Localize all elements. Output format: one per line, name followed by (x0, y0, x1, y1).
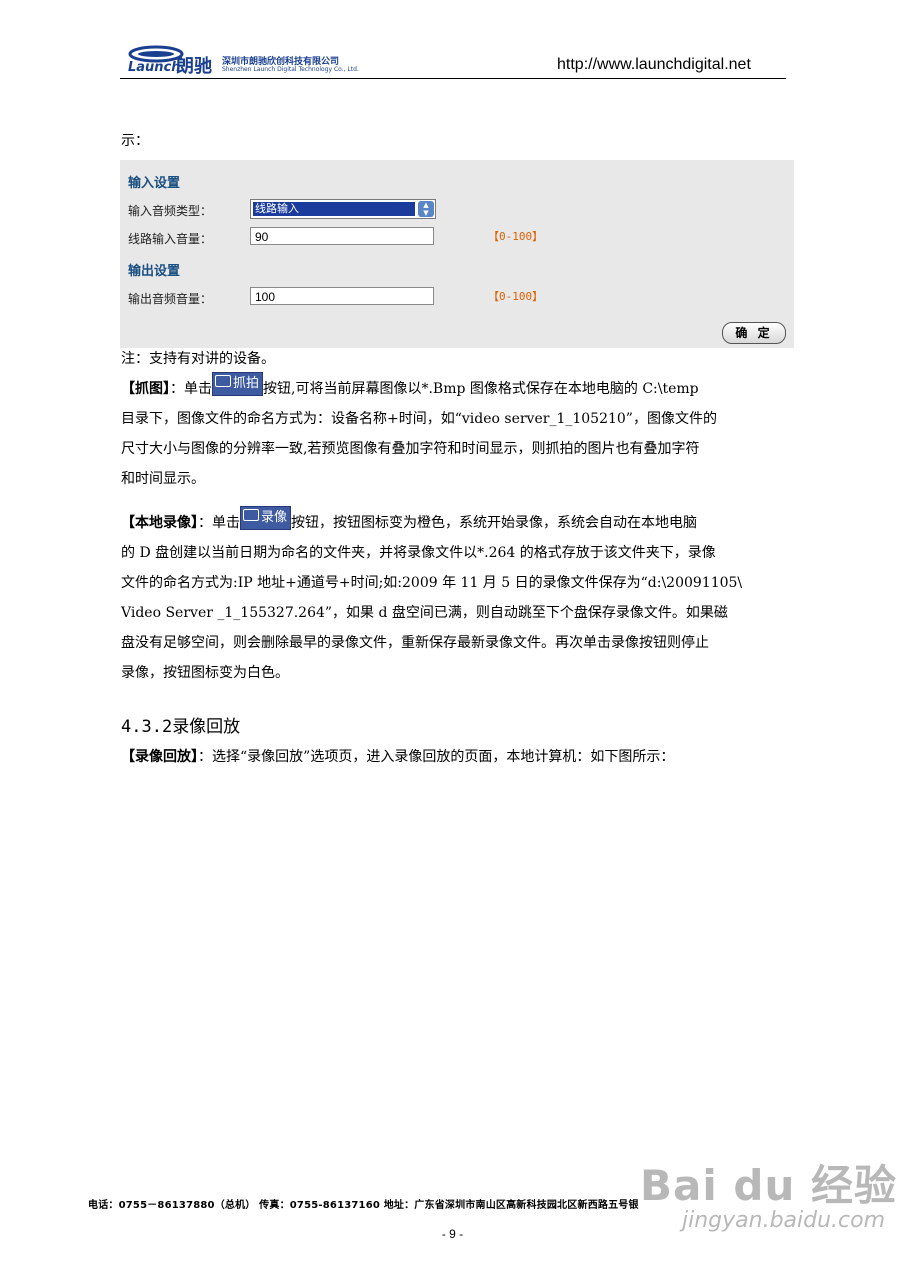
snapshot-tag: 【抓图】 (121, 381, 170, 397)
header-divider (120, 78, 786, 79)
section-title: 录像回放 (172, 717, 241, 737)
output-volume-label: 输出音频音量： (128, 292, 213, 306)
section-number: 4.3.2 (121, 717, 173, 737)
snapshot-pre: ：单击 (170, 381, 212, 397)
record-line-2: 的 D 盘创建以当前日期为命名的文件夹，并将录像文件以*.264 的格式存放于该… (121, 545, 716, 561)
record-button-label: 录像 (261, 510, 288, 525)
input-type-select[interactable]: 线路输入 ▲ ▼ (250, 199, 436, 219)
chevron-updown-icon: ▲ ▼ (418, 201, 434, 217)
record-line-5: 盘没有足够空间，则会删除最早的录像文件，重新保存最新录像文件。再次单击录像按钮则… (121, 635, 709, 651)
record-line-4: Video Server _1_155327.264”，如果 d 盘空间已满，则… (121, 605, 728, 621)
output-settings-title: 输出设置 (128, 264, 181, 279)
playback-text: ：选择“录像回放”选项页，进入录像回放的页面，本地计算机：如下图所示： (198, 749, 675, 765)
record-text-1: 按钮，按钮图标变为橙色，系统开始录像，系统会自动在本地电脑 (291, 515, 698, 531)
line-volume-input[interactable]: 90 (250, 227, 434, 245)
page-number: - 9 - (441, 1227, 464, 1241)
input-type-label: 输入音频类型： (128, 204, 213, 218)
record-paragraph: 【本地录像】：单击 录像 按钮，按钮图标变为橙色，系统开始录像，系统会自动在本地电脑… (121, 506, 785, 688)
output-volume-input[interactable]: 100 (250, 287, 434, 305)
section-heading: 4.3.2录像回放 (121, 712, 240, 737)
playback-paragraph: 【录像回放】：选择“录像回放”选项页，进入录像回放的页面，本地计算机：如下图所示… (121, 742, 785, 772)
snapshot-line-1: 【抓图】：单击 抓拍 按钮,可将当前屏幕图像以*.Bmp 图像格式保存在本地电脑的 … (121, 372, 785, 404)
snapshot-text-1: 按钮,可将当前屏幕图像以*.Bmp 图像格式保存在本地电脑的 C:\temp (263, 381, 699, 397)
video-camera-icon (243, 509, 259, 521)
ok-button[interactable]: 确 定 (722, 322, 786, 344)
snapshot-line-4: 和时间显示。 (121, 471, 205, 487)
prefix-text: 示： (121, 133, 149, 149)
note-text: 注：支持有对讲的设备。 (121, 351, 275, 367)
record-line-6: 录像，按钮图标变为白色。 (121, 665, 289, 681)
record-button[interactable]: 录像 (240, 506, 292, 530)
camera-icon (215, 375, 231, 387)
snapshot-button-label: 抓拍 (233, 376, 260, 391)
output-volume-range: 【0-100】 (488, 290, 544, 303)
line-volume-range: 【0-100】 (488, 230, 544, 243)
input-type-value: 线路输入 (253, 202, 415, 216)
record-line-3: 文件的命名方式为:IP 地址+通道号+时间;如:2009 年 11 月 5 日的… (121, 575, 743, 591)
record-pre: ：单击 (198, 515, 240, 531)
logo-cn-text: 朗驰 (176, 56, 212, 77)
snapshot-paragraph: 【抓图】：单击 抓拍 按钮,可将当前屏幕图像以*.Bmp 图像格式保存在本地电脑的 … (121, 372, 785, 494)
snapshot-line-3: 尺寸大小与图像的分辨率一致,若预览图像有叠加字符和时间显示，则抓拍的图片也有叠加… (121, 441, 700, 457)
audio-settings-panel (120, 160, 794, 348)
baidu-watermark-logo: Bai du 经验 (640, 1161, 897, 1210)
record-tag: 【本地录像】 (121, 515, 198, 531)
logo-latin-text: Launch (128, 60, 181, 75)
record-line-1: 【本地录像】：单击 录像 按钮，按钮图标变为橙色，系统开始录像，系统会自动在本地电脑 (121, 506, 785, 538)
line-volume-label: 线路输入音量： (128, 232, 213, 246)
footer-contact: 电话：0755－86137880（总机） 传真：0755-86137160 地址… (88, 1200, 639, 1211)
snapshot-button[interactable]: 抓拍 (212, 372, 264, 396)
snapshot-line-2: 目录下，图像文件的命名方式为：设备名称+时间，如“video server_1_… (121, 411, 717, 427)
header-url[interactable]: http://www.launchdigital.net (557, 56, 751, 74)
company-name-en: Shenzhen Launch Digital Technology Co., … (222, 66, 359, 73)
input-settings-title: 输入设置 (128, 176, 181, 191)
playback-tag: 【录像回放】 (121, 749, 198, 765)
